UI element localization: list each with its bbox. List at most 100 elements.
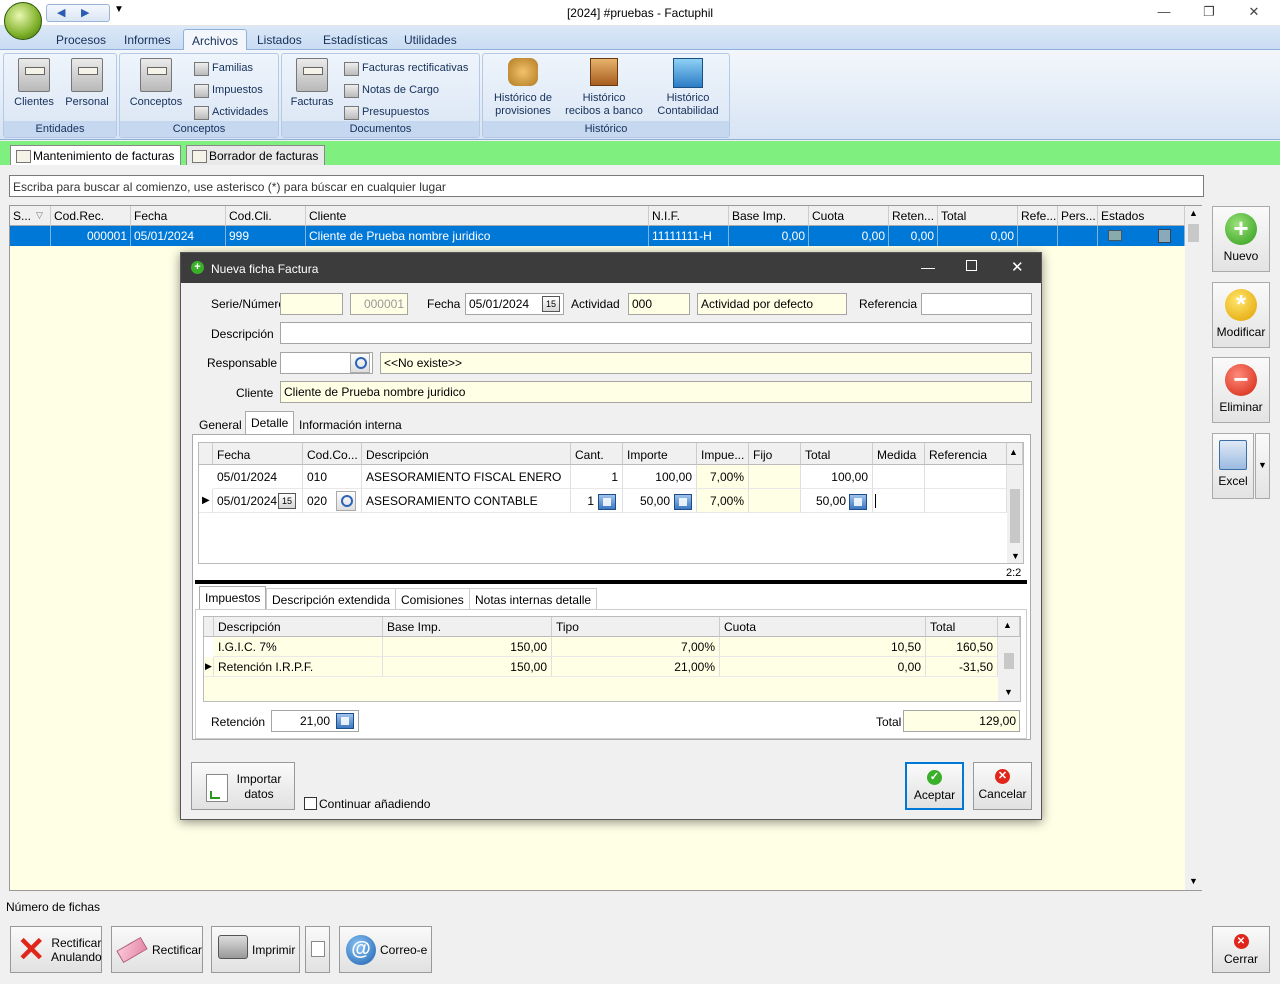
row1-total[interactable]: 100,00 (801, 465, 873, 489)
col-refe[interactable]: Refe... (1018, 206, 1058, 226)
col-cod[interactable]: Cod.Co... (303, 443, 362, 465)
tax1-cuota[interactable]: 10,50 (720, 637, 926, 657)
cancelar-button[interactable]: ✕ Cancelar (973, 762, 1032, 810)
col-cant[interactable]: Cant. (571, 443, 623, 465)
scroll-thumb[interactable] (1010, 489, 1020, 543)
dialog-close-button[interactable]: ✕ (1011, 258, 1024, 276)
col-referencia[interactable]: Referencia (925, 443, 1007, 465)
scroll-up-icon[interactable]: ▲ (998, 617, 1020, 637)
row1-importe[interactable]: 100,00 (623, 465, 697, 489)
aceptar-button[interactable]: ✓ Aceptar (905, 762, 964, 810)
col-total[interactable]: Total (926, 617, 998, 637)
calculator-icon[interactable] (598, 494, 616, 510)
tax2-tipo[interactable]: 21,00% (552, 657, 720, 677)
row1-referencia[interactable] (925, 465, 1007, 489)
tab-impuestos[interactable]: Impuestos (199, 586, 267, 609)
notas-cargo-button[interactable]: Notas de Cargo (342, 82, 439, 100)
col-base[interactable]: Base Imp. (729, 206, 809, 226)
minimize-button[interactable]: — (1154, 4, 1174, 22)
row1-medida[interactable] (873, 465, 925, 489)
tab-informes[interactable]: Informes (116, 29, 179, 50)
col-nif[interactable]: N.I.F. (649, 206, 729, 226)
historico-contabilidad-button[interactable]: Histórico Contabilidad (651, 58, 725, 118)
scroll-down-icon[interactable]: ▼ (1011, 551, 1020, 561)
restore-button[interactable]: ❐ (1199, 4, 1219, 22)
col-fijo[interactable]: Fijo (749, 443, 801, 465)
close-window-button[interactable]: ✕ (1244, 4, 1264, 22)
tab-notas-internas[interactable]: Notas internas detalle (469, 588, 598, 610)
app-logo-icon[interactable] (4, 2, 42, 40)
modificar-button[interactable]: * Modificar (1212, 282, 1270, 348)
tax1-tipo[interactable]: 7,00% (552, 637, 720, 657)
personal-button[interactable]: Personal (62, 58, 112, 108)
tax-scrollbar[interactable]: ▼ (998, 637, 1020, 701)
tax2-base[interactable]: 150,00 (383, 657, 552, 677)
excel-button[interactable]: Excel (1212, 433, 1254, 499)
tab-detalle[interactable]: Detalle (245, 411, 295, 435)
calendar-icon[interactable]: 15 (542, 296, 560, 312)
row1-desc[interactable]: ASESORAMIENTO FISCAL ENERO (362, 465, 571, 489)
correo-button[interactable]: @ Correo-e (339, 926, 432, 973)
row2-fijo[interactable] (749, 489, 801, 513)
preview-button[interactable] (305, 926, 330, 973)
tab-listados[interactable]: Listados (249, 29, 310, 50)
actividades-button[interactable]: Actividades (192, 104, 268, 122)
rectificar-anulando-button[interactable]: ✕ Rectificar Anulando (10, 926, 102, 973)
tab-estadisticas[interactable]: Estadísticas (315, 29, 396, 50)
clientes-button[interactable]: Clientes (10, 58, 58, 108)
scroll-up-icon[interactable]: ▲ (1189, 208, 1198, 218)
actividad-code-input[interactable]: 000 (628, 293, 690, 315)
historico-provisiones-button[interactable]: Histórico de provisiones (487, 58, 559, 118)
scroll-down-icon[interactable]: ▼ (1189, 876, 1198, 886)
col-total[interactable]: Total (801, 443, 873, 465)
tab-borrador-facturas[interactable]: Borrador de facturas (186, 145, 326, 165)
calculator-icon[interactable] (336, 713, 354, 729)
col-importe[interactable]: Importe (623, 443, 697, 465)
col-s[interactable]: S... (10, 206, 51, 226)
calculator-icon[interactable] (849, 494, 867, 510)
scroll-down-icon[interactable]: ▼ (1004, 687, 1013, 697)
scroll-thumb[interactable] (1188, 224, 1199, 242)
tab-comisiones[interactable]: Comisiones (395, 588, 470, 610)
col-impuesto[interactable]: Impue... (697, 443, 749, 465)
col-fecha[interactable]: Fecha (213, 443, 303, 465)
scroll-thumb[interactable] (1004, 653, 1014, 669)
facturas-button[interactable]: Facturas (288, 58, 336, 108)
dialog-minimize-button[interactable]: — (921, 259, 935, 275)
col-cliente[interactable]: Cliente (306, 206, 649, 226)
tab-general[interactable]: General (193, 413, 248, 435)
tax1-desc[interactable]: I.G.I.C. 7% (214, 637, 383, 657)
tab-utilidades[interactable]: Utilidades (396, 29, 465, 50)
search-icon[interactable] (350, 353, 370, 373)
splitter[interactable] (195, 580, 1027, 584)
row1-cod[interactable]: 010 (303, 465, 362, 489)
row2-desc[interactable]: ASESORAMIENTO CONTABLE (362, 489, 571, 513)
tax2-total[interactable]: -31,50 (926, 657, 998, 677)
grid-scrollbar[interactable]: ▲ ▼ (1185, 206, 1202, 890)
row2-impuesto[interactable]: 7,00% (697, 489, 749, 513)
row1-cant[interactable]: 1 (571, 465, 623, 489)
numero-input[interactable]: 000001 (350, 293, 408, 315)
tax2-desc[interactable]: Retención I.R.P.F. (214, 657, 383, 677)
col-base[interactable]: Base Imp. (383, 617, 552, 637)
row1-impuesto[interactable]: 7,00% (697, 465, 749, 489)
presupuestos-button[interactable]: Presupuestos (342, 104, 429, 122)
importar-datos-button[interactable]: Importar datos (191, 762, 295, 810)
excel-dropdown-icon[interactable]: ▼ (1255, 433, 1270, 499)
table-row[interactable]: 000001 05/01/2024 999 Cliente de Prueba … (10, 226, 1185, 246)
row1-fijo[interactable] (749, 465, 801, 489)
col-total[interactable]: Total (938, 206, 1018, 226)
familias-button[interactable]: Familias (192, 60, 253, 78)
impuestos-button[interactable]: Impuestos (192, 82, 263, 100)
tax1-base[interactable]: 150,00 (383, 637, 552, 657)
col-medida[interactable]: Medida (873, 443, 925, 465)
col-cuota[interactable]: Cuota (809, 206, 889, 226)
calculator-icon[interactable] (674, 494, 692, 510)
col-codrec[interactable]: Cod.Rec. (51, 206, 131, 226)
tax2-cuota[interactable]: 0,00 (720, 657, 926, 677)
cliente-input[interactable]: Cliente de Prueba nombre juridico (280, 381, 1032, 403)
descripcion-input[interactable] (280, 322, 1032, 344)
col-tipo[interactable]: Tipo (552, 617, 720, 637)
row2-medida[interactable] (873, 489, 925, 513)
tax1-total[interactable]: 160,50 (926, 637, 998, 657)
